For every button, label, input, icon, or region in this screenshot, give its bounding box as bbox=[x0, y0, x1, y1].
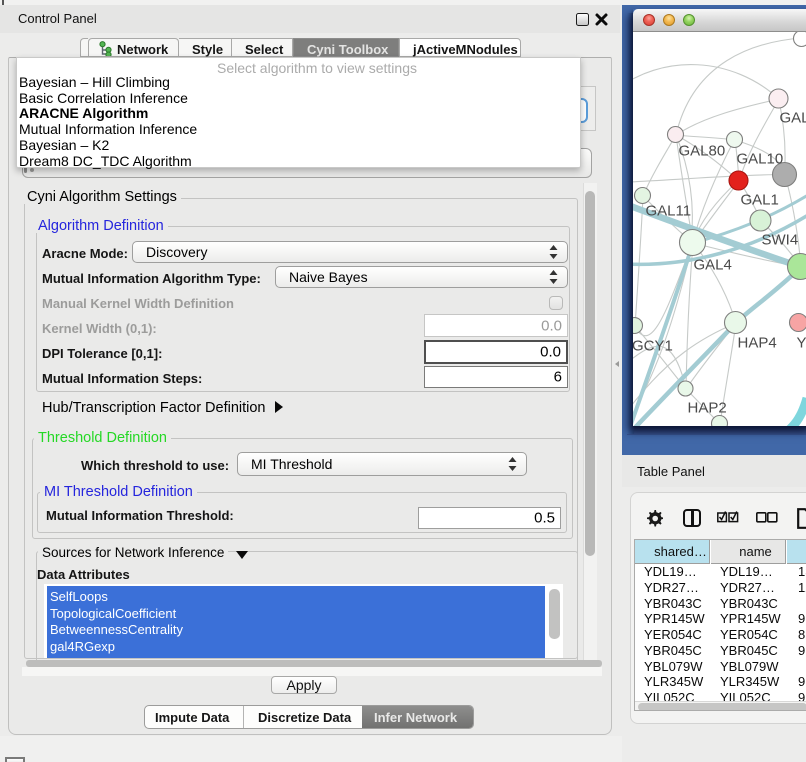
svg-text:HAP4: HAP4 bbox=[738, 335, 777, 352]
svg-text:GAL4: GAL4 bbox=[694, 257, 732, 274]
svg-text:GAL1: GAL1 bbox=[741, 192, 779, 209]
svg-text:GCY1: GCY1 bbox=[633, 338, 673, 355]
svg-text:GAL80: GAL80 bbox=[679, 143, 726, 160]
svg-text:SWI4: SWI4 bbox=[762, 232, 799, 249]
svg-text:HAP2: HAP2 bbox=[688, 400, 727, 417]
svg-text:GAL11: GAL11 bbox=[646, 203, 692, 220]
svg-text:GAL10: GAL10 bbox=[737, 151, 784, 168]
svg-text:GAL7: GAL7 bbox=[780, 110, 806, 127]
svg-text:Y: Y bbox=[797, 335, 806, 352]
